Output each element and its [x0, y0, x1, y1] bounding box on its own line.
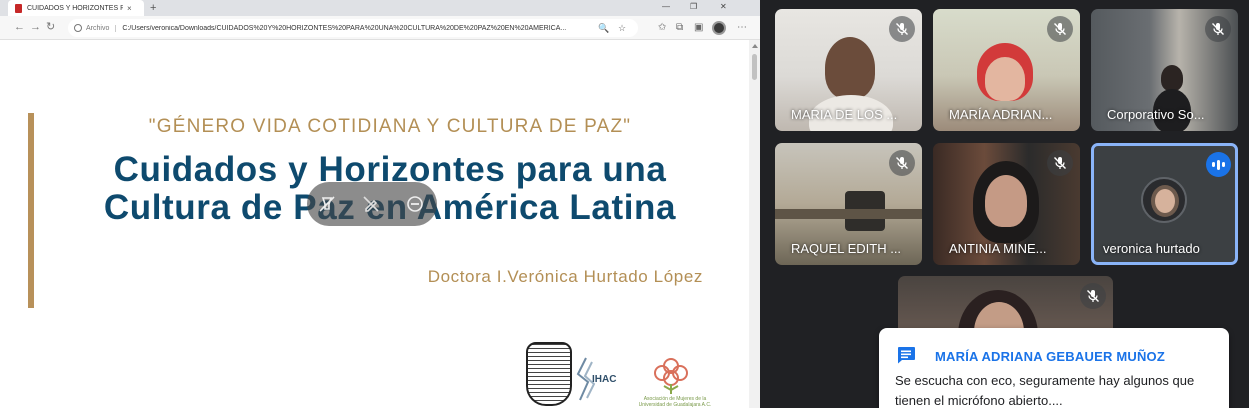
participant-video-face: [985, 57, 1025, 101]
participant-tile[interactable]: RAQUEL EDITH ...: [775, 143, 922, 265]
shared-browser-window: CUIDADOS Y HORIZONTES PARA UNA × + — ❐ ✕…: [0, 0, 760, 408]
participant-tile-active-speaker[interactable]: veronica hurtado: [1091, 143, 1238, 265]
scheme-label: Archivo: [86, 24, 117, 32]
participant-name: MARIA DE LOS ...: [791, 107, 898, 122]
speaking-indicator-icon: [1206, 152, 1231, 177]
draw-icon[interactable]: [359, 192, 383, 216]
scrollbar-thumb[interactable]: [752, 54, 757, 80]
mic-off-icon: [1080, 283, 1106, 309]
zoom-out-icon[interactable]: [403, 192, 427, 216]
chat-message-icon: [898, 347, 915, 364]
highlight-icon[interactable]: [315, 192, 339, 216]
reload-icon[interactable]: ↻: [46, 21, 55, 33]
tab-pdf-document[interactable]: CUIDADOS Y HORIZONTES PARA UNA ×: [8, 0, 144, 16]
participant-video: [985, 175, 1027, 227]
collections-icon-2[interactable]: ▣: [694, 22, 703, 34]
meeting-panel: MARIA DE LOS ... MARÍA ADRIAN... Corpora…: [760, 0, 1249, 408]
minimize-icon[interactable]: —: [662, 2, 670, 12]
participant-name: MARÍA ADRIAN...: [949, 107, 1053, 122]
more-menu-icon[interactable]: ⋯: [737, 22, 747, 34]
pdf-page: "GÉNERO VIDA COTIDIANA Y CULTURA DE PAZ"…: [0, 40, 748, 408]
participant-tile[interactable]: MARIA DE LOS ...: [775, 9, 922, 131]
mic-off-icon: [1047, 16, 1073, 42]
ihac-logo-text: IHAC: [592, 374, 617, 385]
chat-notification[interactable]: MARÍA ADRIANA GEBAUER MUÑOZ Se escucha c…: [879, 328, 1229, 408]
pdf-floating-toolbar: [307, 182, 437, 226]
participant-tile[interactable]: Corporativo So...: [1091, 9, 1238, 131]
chat-message-text: Se escucha con eco, seguramente hay algu…: [895, 373, 1195, 408]
tab-strip: CUIDADOS Y HORIZONTES PARA UNA × + — ❐ ✕: [0, 0, 760, 16]
url-text: C:/Users/veronica/Downloads/CUIDADOS%20Y…: [122, 24, 567, 32]
profile-avatar-icon[interactable]: [712, 21, 726, 35]
pdf-icon: [15, 3, 22, 13]
url-input[interactable]: Archivo C:/Users/veronica/Downloads/CUID…: [68, 19, 638, 37]
favorite-star-icon[interactable]: ☆: [618, 22, 626, 34]
mic-off-icon: [889, 150, 915, 176]
address-bar: ← → ↻ Archivo C:/Users/veronica/Download…: [0, 16, 760, 40]
chat-sender-name: MARÍA ADRIANA GEBAUER MUÑOZ: [935, 349, 1165, 364]
participant-name: ANTINIA MINE...: [949, 241, 1047, 256]
mic-off-icon: [1205, 16, 1231, 42]
participant-avatar: [1141, 177, 1187, 223]
forward-icon[interactable]: →: [30, 21, 41, 33]
amu-logo-text: Asociación de Mujeres de la Universidad …: [638, 396, 712, 408]
mic-off-icon: [889, 16, 915, 42]
slide-author: Doctora I.Verónica Hurtado López: [427, 267, 703, 286]
info-icon: [74, 24, 82, 32]
tab-title: CUIDADOS Y HORIZONTES PARA UNA: [27, 4, 123, 12]
collections-icon[interactable]: ⧉: [676, 22, 683, 34]
participant-name: veronica hurtado: [1103, 241, 1200, 256]
participant-tile[interactable]: ANTINIA MINE...: [933, 143, 1080, 265]
page-scrollbar[interactable]: [749, 40, 760, 408]
udg-seal-logo: [526, 342, 572, 406]
screen: CUIDADOS Y HORIZONTES PARA UNA × + — ❐ ✕…: [0, 0, 1249, 408]
institution-logos: IHAC Asociación de Mujeres de la Univers…: [508, 336, 748, 408]
read-aloud-icon[interactable]: 🔍: [598, 22, 609, 34]
slide-subtitle: "GÉNERO VIDA COTIDIANA Y CULTURA DE PAZ": [148, 116, 632, 137]
back-icon[interactable]: ←: [14, 21, 25, 33]
participant-video-table: [775, 209, 922, 219]
close-window-icon[interactable]: ✕: [720, 2, 727, 12]
scroll-up-arrow-icon[interactable]: [752, 44, 758, 48]
participant-name: Corporativo So...: [1107, 107, 1205, 122]
amu-flower-logo: [654, 358, 688, 394]
participant-video: [825, 37, 875, 99]
participant-name: RAQUEL EDITH ...: [791, 241, 902, 256]
participant-video: [1161, 65, 1183, 91]
mic-off-icon: [1047, 150, 1073, 176]
participant-tile[interactable]: MARÍA ADRIAN...: [933, 9, 1080, 131]
restore-icon[interactable]: ❐: [690, 2, 697, 12]
new-tab-button[interactable]: +: [150, 1, 156, 15]
slide-accent-bar: [28, 113, 34, 308]
favorites-bar-icon[interactable]: ✩: [658, 22, 666, 34]
close-tab-icon[interactable]: ×: [127, 4, 132, 13]
